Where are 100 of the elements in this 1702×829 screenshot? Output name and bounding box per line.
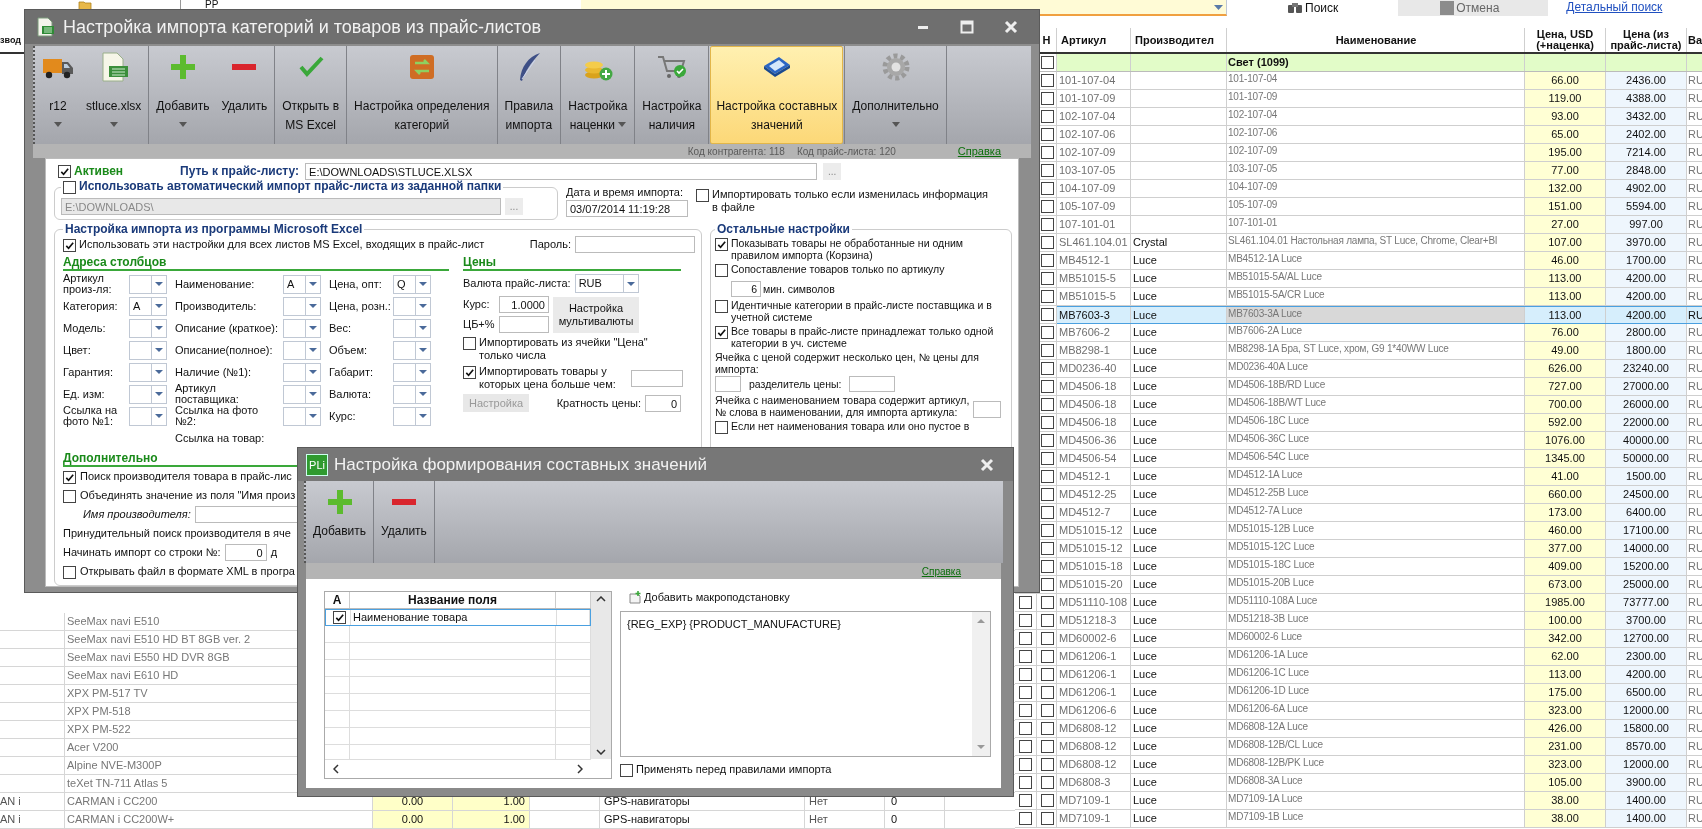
checkbox[interactable] [1041, 110, 1054, 123]
checkbox[interactable] [1041, 704, 1054, 717]
toolbar-button[interactable]: Настройка определения категорий [348, 46, 496, 144]
input-field[interactable] [715, 376, 741, 392]
group-row[interactable]: Свет (1099) [1057, 54, 1702, 72]
checkbox[interactable] [1041, 164, 1054, 177]
checkbox[interactable] [1041, 236, 1054, 249]
toolbar-button[interactable]: stluce.xlsx [80, 46, 148, 144]
input-field[interactable]: 0 [645, 394, 681, 412]
checkbox[interactable] [1041, 128, 1054, 141]
checkbox[interactable] [332, 611, 346, 624]
checkbox[interactable] [463, 366, 476, 379]
toolbar-button[interactable]: Настройка наличия [636, 46, 708, 144]
checkbox[interactable] [1019, 812, 1032, 825]
checkbox[interactable] [1041, 182, 1054, 195]
checkbox[interactable] [1041, 560, 1054, 573]
checkbox[interactable] [63, 181, 76, 194]
checkbox[interactable] [1019, 668, 1032, 681]
checkbox[interactable] [1041, 398, 1054, 411]
checkbox[interactable] [1041, 506, 1054, 519]
checkbox[interactable] [1019, 614, 1032, 627]
dropdown[interactable]: Q [393, 274, 431, 294]
search-button[interactable]: Поиск [1287, 0, 1339, 16]
checkbox[interactable] [1041, 200, 1054, 213]
vertical-scrollbar[interactable] [591, 592, 611, 759]
input-field[interactable]: 0 [224, 544, 267, 561]
checkbox[interactable] [1019, 794, 1032, 807]
input-field[interactable] [631, 369, 683, 387]
checkbox[interactable] [1041, 758, 1054, 771]
checkbox[interactable] [63, 238, 76, 252]
checkbox[interactable] [63, 565, 76, 579]
checkbox[interactable] [1041, 344, 1054, 357]
toolbar-button[interactable]: Настройка наценки [562, 46, 634, 144]
checkbox[interactable] [63, 489, 76, 503]
checkbox[interactable] [1019, 758, 1032, 771]
checkbox[interactable] [715, 264, 728, 277]
checkbox[interactable] [1041, 308, 1054, 321]
checkbox[interactable] [1019, 632, 1032, 645]
checkbox[interactable] [1041, 146, 1054, 159]
toolbar-button[interactable]: Настройка составных значений [710, 46, 844, 144]
toolbar-button[interactable]: Открыть в MS Excel [276, 46, 346, 144]
toolbar-button[interactable]: Правила импорта [498, 46, 560, 144]
checkbox[interactable] [1041, 416, 1054, 429]
checkbox[interactable] [1019, 686, 1032, 699]
checkbox[interactable] [1041, 92, 1054, 105]
checkbox[interactable] [620, 764, 633, 777]
checkbox[interactable] [1041, 812, 1054, 825]
toolbar-button[interactable]: Дополнительно [846, 46, 945, 144]
checkbox[interactable] [1041, 56, 1054, 69]
checkbox[interactable] [715, 238, 728, 251]
checkbox[interactable] [1041, 380, 1054, 393]
checkbox[interactable] [696, 189, 709, 202]
checkbox[interactable] [1041, 290, 1054, 303]
checkbox[interactable] [1041, 488, 1054, 501]
detail-search-link[interactable]: Детальный поиск [1566, 0, 1663, 14]
checkbox[interactable] [715, 421, 728, 434]
checkbox[interactable] [1041, 74, 1054, 87]
checkbox[interactable] [63, 470, 76, 484]
checkbox[interactable] [1041, 218, 1054, 231]
checkbox[interactable] [1041, 578, 1054, 591]
cancel-button[interactable]: Отмена [1398, 0, 1549, 16]
add-macro-button[interactable]: Добавить макроподстановку [628, 587, 991, 607]
input-field[interactable]: 6 [731, 281, 761, 297]
checkbox[interactable] [1019, 722, 1032, 735]
checkbox[interactable] [1041, 326, 1054, 339]
toolbar-button[interactable]: Удалить [375, 481, 433, 563]
input-field[interactable]: E:\DOWNLOADS\STLUCE.XLSX [305, 162, 818, 180]
checkbox[interactable] [1041, 740, 1054, 753]
checkbox[interactable] [463, 337, 476, 350]
checkbox[interactable] [1019, 596, 1032, 609]
input-field[interactable] [849, 376, 896, 392]
input-field[interactable]: 03/07/2014 11:19:28 [566, 200, 688, 217]
expression-field[interactable]: {REG_EXP} {PRODUCT_MANUFACTURE} [620, 611, 991, 757]
dropdown[interactable]: A [283, 274, 321, 294]
checkbox[interactable] [1019, 776, 1032, 789]
checkbox[interactable] [58, 164, 71, 178]
checkbox[interactable] [1019, 650, 1032, 663]
table-row[interactable]: Наименование товара [325, 609, 591, 626]
checkbox[interactable] [1041, 650, 1054, 663]
checkbox[interactable] [1019, 740, 1032, 753]
checkbox[interactable] [1041, 686, 1054, 699]
multicurrency-button[interactable]: Настройка мультивалюты [553, 297, 639, 333]
toolbar-button[interactable]: Добавить [307, 481, 373, 563]
checkbox[interactable] [1041, 614, 1054, 627]
checkbox[interactable] [1041, 632, 1054, 645]
checkbox[interactable] [1041, 776, 1054, 789]
input-field[interactable] [575, 236, 695, 253]
dropdown[interactable]: RUB [574, 274, 639, 293]
checkbox[interactable] [1041, 794, 1054, 807]
checkbox[interactable] [715, 300, 728, 313]
toolbar-button[interactable]: r12 [36, 46, 80, 144]
toolbar-button[interactable]: Добавить [150, 46, 216, 144]
checkbox[interactable] [1041, 254, 1054, 267]
checkbox[interactable] [1041, 362, 1054, 375]
checkbox[interactable] [1041, 542, 1054, 555]
checkbox[interactable] [1041, 524, 1054, 537]
toolbar-button[interactable]: Удалить [215, 46, 274, 144]
dropdown[interactable]: A [129, 296, 167, 316]
input-field[interactable] [973, 401, 1001, 418]
checkbox[interactable] [1041, 722, 1054, 735]
